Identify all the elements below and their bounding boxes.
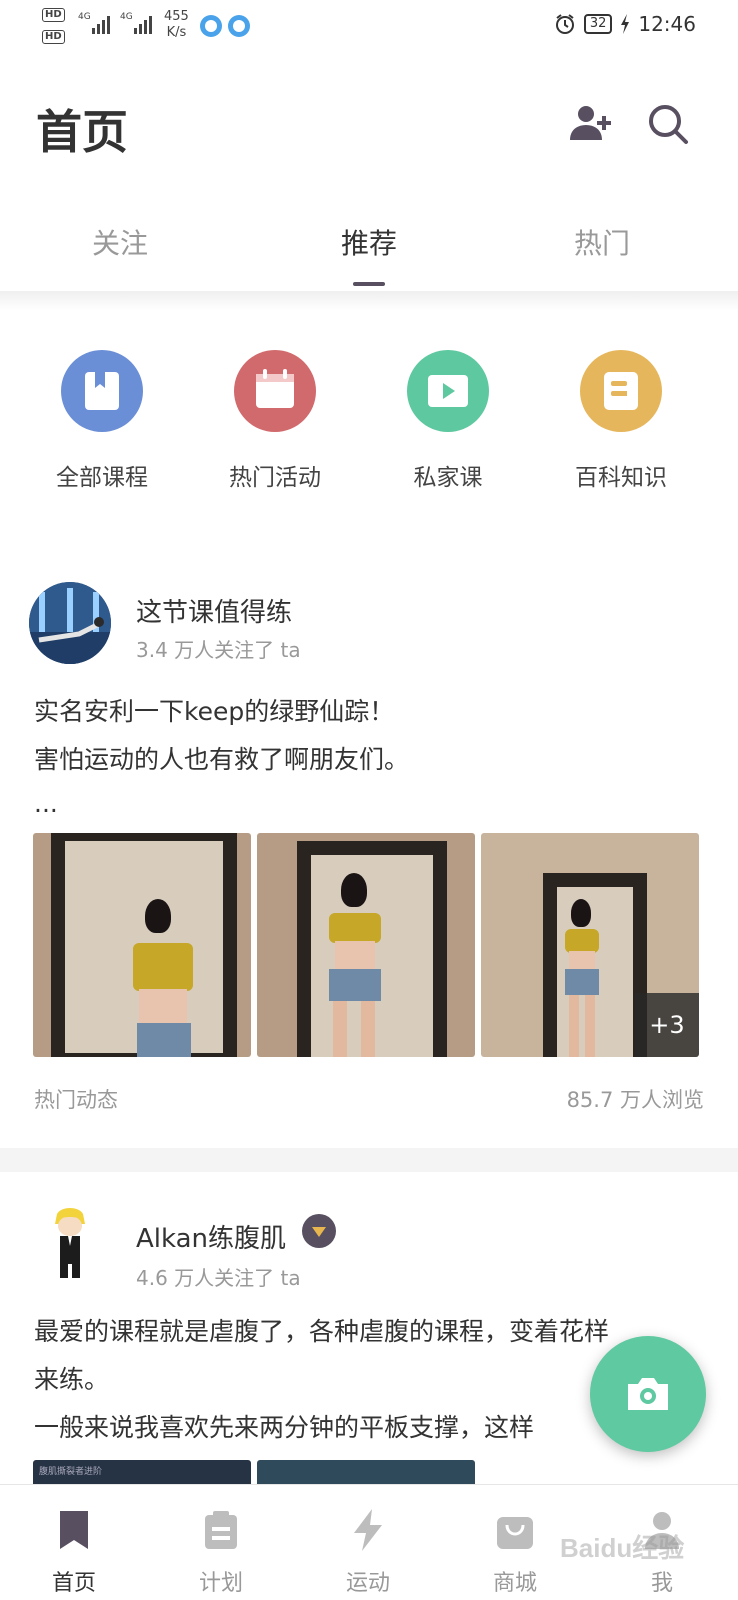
tab-following[interactable]: 关注 (40, 222, 200, 262)
nav-label: 计划 (198, 1571, 243, 1596)
post-tag[interactable]: 热门动态 (34, 1084, 118, 1114)
nav-label: 运动 (345, 1571, 390, 1596)
category-hot-events[interactable]: 热门活动 (200, 350, 350, 492)
username[interactable]: 这节课值得练 (136, 592, 292, 629)
camera-icon (628, 1378, 668, 1410)
category-label: 私家课 (413, 465, 483, 491)
feed-tabs: 关注 推荐 热门 (0, 222, 738, 282)
category-label: 百科知识 (575, 465, 667, 491)
verified-badge-icon (302, 1214, 336, 1248)
baidu-watermark: Baidu经验 (560, 1533, 685, 1563)
speed-value: 455 (164, 9, 189, 24)
view-count: 85.7 万人浏览 (566, 1088, 704, 1112)
lightning-icon (354, 1509, 382, 1551)
avatar[interactable] (29, 1200, 111, 1282)
post-photo[interactable]: +3 (481, 833, 699, 1057)
nav-sport[interactable]: 运动 (294, 1485, 442, 1597)
tab-recommended[interactable]: 推荐 (289, 222, 449, 262)
header-divider (0, 291, 738, 311)
calendar-icon (234, 350, 316, 432)
signal-icon (92, 16, 110, 34)
post-line: 害怕运动的人也有救了啊朋友们。 (34, 745, 410, 774)
hd-badge: HD (42, 30, 65, 44)
plan-icon (205, 1511, 237, 1549)
category-label: 热门活动 (229, 465, 321, 491)
search-icon[interactable] (644, 100, 692, 148)
hd-badge: HD (42, 8, 65, 22)
video-icon (407, 350, 489, 432)
active-tab-indicator (353, 282, 385, 286)
nav-label: 首页 (51, 1571, 96, 1596)
status-bar: HD HD 4G 4G 455 K/s 32 12:46 (0, 0, 738, 56)
more-photos-count[interactable]: +3 (635, 993, 699, 1057)
post-line: 实名安利一下keep的绿野仙踪！ (34, 697, 395, 726)
bookmark-icon (61, 350, 143, 432)
document-icon (580, 350, 662, 432)
home-bookmark-icon (60, 1511, 88, 1549)
category-label: 全部课程 (56, 465, 148, 491)
category-all-courses[interactable]: 全部课程 (27, 350, 177, 492)
category-encyclopedia[interactable]: 百科知识 (546, 350, 696, 492)
clock: 12:46 (638, 12, 696, 36)
follower-count: 3.4 万人关注了 ta (136, 638, 301, 662)
card-separator (0, 1148, 738, 1172)
post-photo[interactable] (257, 833, 475, 1057)
page-title: 首页 (36, 105, 128, 159)
post-line: ... (34, 789, 58, 818)
app-notification-icon (228, 15, 250, 37)
post-photo[interactable] (257, 1460, 475, 1484)
post-photo[interactable] (33, 833, 251, 1057)
camera-button[interactable] (590, 1336, 706, 1452)
post-photo[interactable]: 腹肌撕裂者进阶 (33, 1460, 251, 1484)
nav-label: 商城 (492, 1571, 537, 1596)
status-right: 32 12:46 (554, 12, 696, 36)
nav-label: 我 (650, 1571, 673, 1596)
nav-home[interactable]: 首页 (0, 1485, 148, 1597)
battery-level: 32 (583, 14, 613, 34)
app-notification-icon (200, 15, 222, 37)
network-speed: 455 K/s (164, 9, 189, 41)
alarm-icon (555, 14, 574, 34)
charging-icon (621, 14, 630, 34)
nav-plan[interactable]: 计划 (147, 1485, 295, 1597)
add-user-icon[interactable] (566, 100, 614, 148)
post-text[interactable]: 实名安利一下keep的绿野仙踪！ 害怕运动的人也有救了啊朋友们。 ... (34, 688, 714, 824)
shop-bag-icon (497, 1517, 533, 1549)
follower-count: 4.6 万人关注了 ta (136, 1266, 301, 1290)
username[interactable]: Alkan练腹肌 (136, 1218, 286, 1255)
network-type: 4G (120, 12, 133, 22)
signal-icon (134, 16, 152, 34)
speed-unit: K/s (166, 25, 187, 40)
tab-hot[interactable]: 热门 (522, 222, 682, 262)
avatar[interactable] (29, 582, 111, 664)
network-type: 4G (78, 12, 91, 22)
category-private-class[interactable]: 私家课 (373, 350, 523, 492)
